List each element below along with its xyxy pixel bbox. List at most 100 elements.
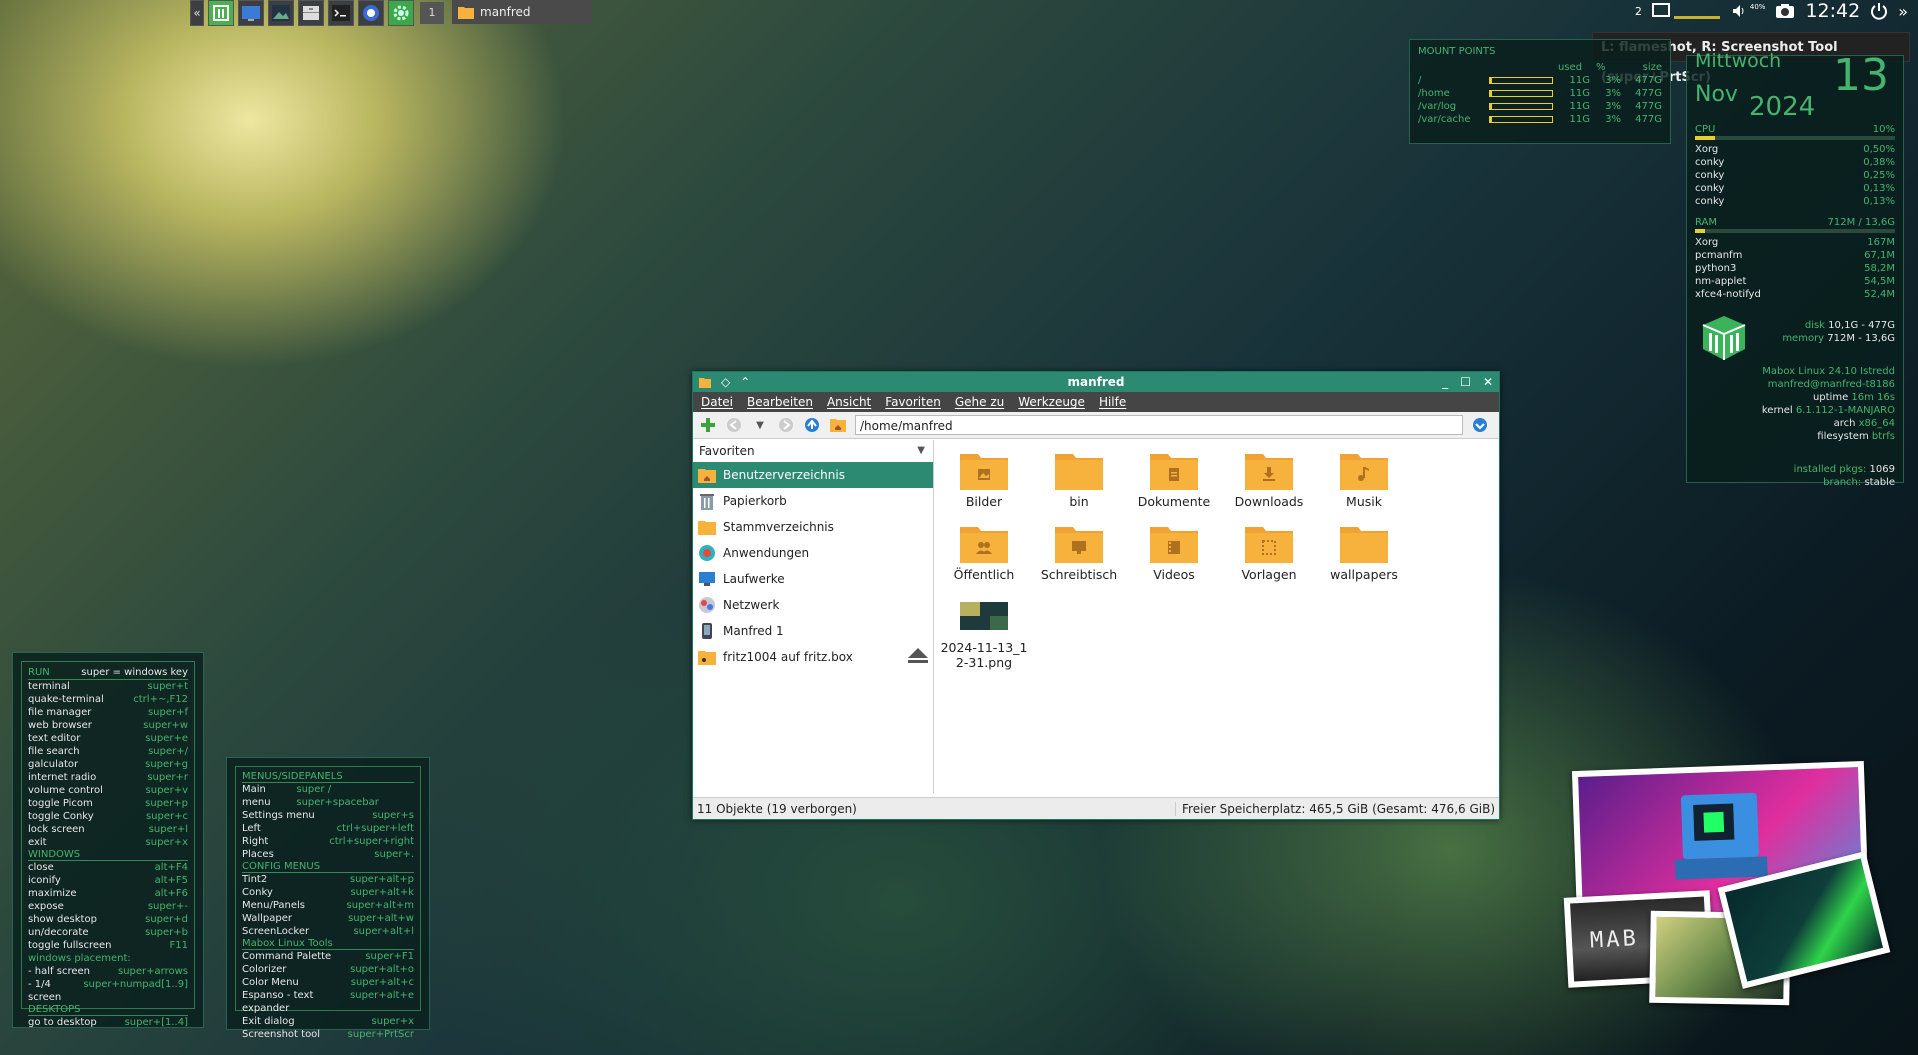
- config-shortcut-key: Menu/Panels: [242, 900, 306, 911]
- tool-bar: ▼ /home/manfred: [693, 412, 1499, 439]
- sidebar-item[interactable]: Manfred 1: [693, 618, 933, 644]
- file-item[interactable]: Musik: [1319, 450, 1409, 509]
- volume-icon[interactable]: 40%: [1732, 3, 1765, 18]
- tool-shortcut-value: super+alt+e: [350, 990, 414, 1001]
- sidebar-item[interactable]: Benutzerverzeichnis: [693, 462, 933, 488]
- history-dropdown[interactable]: ▼: [751, 416, 769, 434]
- sidebar-item[interactable]: Netzwerk: [693, 592, 933, 618]
- roll-up-button-icon[interactable]: ⌃: [740, 372, 750, 392]
- config-shortcut-value: super+alt+k: [350, 887, 414, 898]
- run-shortcut-key: exit: [28, 837, 47, 848]
- terminal-button[interactable]: [328, 0, 354, 26]
- power-icon[interactable]: [1870, 2, 1888, 20]
- workspace-button[interactable]: 1: [420, 2, 444, 24]
- menu-datei[interactable]: Datei: [701, 395, 733, 409]
- back-button[interactable]: [725, 416, 743, 434]
- clock[interactable]: 12:42: [1805, 0, 1860, 22]
- eject-icon[interactable]: [907, 647, 929, 668]
- shade-button-icon[interactable]: ◇: [721, 372, 730, 392]
- menu-bearbeiten[interactable]: Bearbeiten: [747, 395, 813, 409]
- sidebar-item[interactable]: Papierkorb: [693, 488, 933, 514]
- settings-button[interactable]: [388, 0, 414, 26]
- tool-shortcut-value: super+alt+o: [350, 964, 414, 975]
- run-shortcut-key: toggle Picom: [28, 798, 93, 809]
- sidebar-item[interactable]: Stammverzeichnis: [693, 514, 933, 540]
- file-item[interactable]: Öffentlich: [939, 523, 1029, 582]
- mount-bar: [1489, 103, 1553, 110]
- expand-panel-button[interactable]: »: [1898, 2, 1908, 21]
- file-item[interactable]: Schreibtisch: [1034, 523, 1124, 582]
- tray-counter[interactable]: 2: [1635, 5, 1642, 18]
- home-button[interactable]: [829, 416, 847, 434]
- maximize-icon[interactable]: ☐: [1460, 372, 1471, 392]
- parent-folder-button[interactable]: [803, 416, 821, 434]
- mount-size: 477G: [1635, 101, 1662, 112]
- desktop-shortcut-row: go to desktop super+[1..4]: [28, 1016, 188, 1029]
- title-bar[interactable]: ◇ ⌃ manfred _ ☐ ✕: [693, 372, 1499, 392]
- menu-hilfe[interactable]: Hilfe: [1099, 395, 1126, 409]
- file-item[interactable]: Dokumente: [1129, 450, 1219, 509]
- sidebar-item-label: Anwendungen: [723, 546, 810, 560]
- tool-shortcut-row: Command Palette super+F1: [242, 950, 414, 963]
- folder-icon: [1034, 450, 1124, 490]
- public-folder-icon: [939, 523, 1029, 563]
- browser-button[interactable]: [358, 0, 384, 26]
- window-shortcut-key: iconify: [28, 875, 61, 886]
- file-name: Bilder: [965, 494, 1003, 509]
- file-item[interactable]: wallpapers: [1319, 523, 1409, 582]
- placement-shortcut-key: - 1/4 screen: [28, 979, 62, 1003]
- folder-icon: [697, 517, 717, 537]
- new-tab-button[interactable]: [699, 416, 717, 434]
- run-shortcut-key: file search: [28, 746, 80, 757]
- mount-used: 11G: [1569, 101, 1590, 112]
- folder-icon: [699, 378, 711, 388]
- mabox-menu-button[interactable]: [208, 0, 234, 26]
- file-item[interactable]: 2024-11-13_12-31.png: [939, 596, 1029, 670]
- year: 2024: [1749, 92, 1816, 122]
- menu-ansicht[interactable]: Ansicht: [827, 395, 871, 409]
- taskbar-item-file-manager[interactable]: manfred: [452, 0, 592, 24]
- run-shortcut-value: super+/: [148, 746, 188, 757]
- sidebar-item[interactable]: Laufwerke: [693, 566, 933, 592]
- tool-shortcut-row: Screenshot tool super+PrtScr: [242, 1028, 414, 1041]
- sidebar-header[interactable]: Favoriten ▼: [693, 440, 933, 462]
- sidebar-item[interactable]: fritz1004 auf fritz.box: [693, 644, 933, 670]
- run-shortcut-value: super+l: [148, 824, 188, 835]
- wallpaper-button[interactable]: [268, 0, 294, 26]
- path-input[interactable]: /home/manfred: [855, 415, 1463, 435]
- pkgs-val: 1069: [1869, 464, 1895, 475]
- mount-path: /home: [1418, 88, 1450, 99]
- show-desktop-button[interactable]: [238, 0, 264, 26]
- launcher-bar: «: [190, 0, 414, 26]
- mabox-cube-logo-icon: [1702, 316, 1746, 360]
- home-folder-icon: [697, 465, 717, 485]
- file-item[interactable]: Videos: [1129, 523, 1219, 582]
- camera-icon[interactable]: [1775, 3, 1795, 19]
- file-item[interactable]: Downloads: [1224, 450, 1314, 509]
- config-shortcut-value: super+alt+p: [349, 874, 414, 885]
- go-button[interactable]: [1471, 416, 1489, 434]
- run-shortcut-row: terminal super+t: [28, 680, 188, 693]
- file-item[interactable]: Bilder: [939, 450, 1029, 509]
- close-icon[interactable]: ✕: [1483, 372, 1493, 392]
- network-monitor-icon[interactable]: [1651, 2, 1722, 20]
- file-item[interactable]: Vorlagen: [1224, 523, 1314, 582]
- minimize-icon[interactable]: _: [1442, 372, 1448, 392]
- phone-icon: [697, 621, 717, 641]
- run-shortcut-list: terminal super+t quake-terminal ctrl+~,F12 f…: [28, 680, 188, 849]
- file-item[interactable]: bin: [1034, 450, 1124, 509]
- file-manager-button[interactable]: [298, 0, 324, 26]
- file-name: Schreibtisch: [1040, 567, 1118, 582]
- mounts-header-used: used: [1558, 62, 1583, 73]
- chevron-down-icon[interactable]: ▼: [917, 440, 925, 462]
- window-shortcut-row: close alt+F4: [28, 861, 188, 874]
- menu-werkzeuge[interactable]: Werkzeuge: [1018, 395, 1085, 409]
- menu-shortcut-key: Left: [242, 823, 261, 834]
- collapse-panel-button[interactable]: «: [190, 0, 204, 26]
- sidebar-item[interactable]: Anwendungen: [693, 540, 933, 566]
- forward-button[interactable]: [777, 416, 795, 434]
- browser-icon: [363, 5, 379, 21]
- menu-gehe-zu[interactable]: Gehe zu: [955, 395, 1004, 409]
- menu-shortcut-key: Places: [242, 849, 274, 860]
- menu-favoriten[interactable]: Favoriten: [885, 395, 941, 409]
